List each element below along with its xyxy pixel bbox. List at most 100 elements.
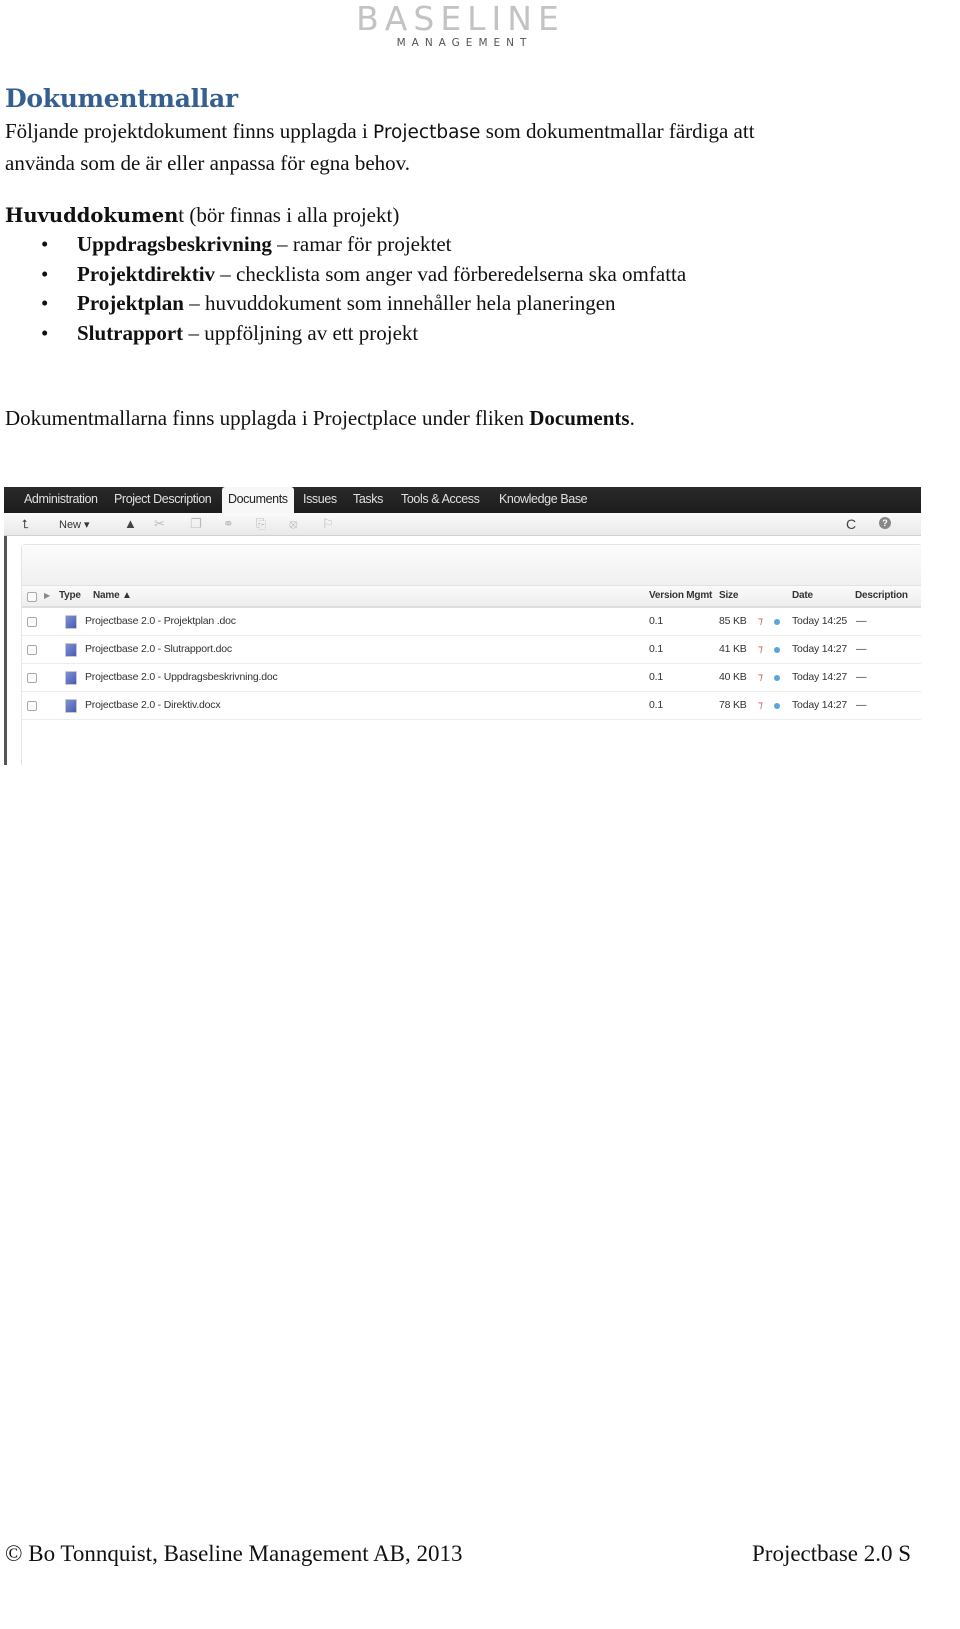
- table-row[interactable]: Projectbase 2.0 - Slutrapport.doc 0.1 41…: [22, 636, 921, 664]
- docs-location-text: Dokumentmallarna finns upplagda i Projec…: [5, 406, 530, 430]
- bullet-icon: •: [41, 291, 49, 316]
- logo-wordmark: BASELINE: [356, 0, 565, 38]
- select-all-checkbox[interactable]: [27, 592, 37, 602]
- documents-toolbar: ⮤ New ▾ ▲ ✂ ❐ ⚭ ⎘ ⦻ ⚐ C ?: [4, 513, 921, 536]
- doc-desc: – huvuddokument som innehåller hela plan…: [183, 291, 616, 316]
- projectplace-screenshot: Administration Project Description Docum…: [4, 487, 921, 765]
- status-dot-icon: [774, 675, 780, 681]
- word-doc-icon: [65, 699, 77, 713]
- file-name[interactable]: Projectbase 2.0 - Projektplan .doc: [85, 608, 236, 635]
- file-name[interactable]: Projectbase 2.0 - Uppdragsbeskrivning.do…: [85, 664, 278, 691]
- file-size: 85 KB: [719, 615, 747, 627]
- intro-paragraph: Följande projektdokument finns upplagda …: [5, 116, 755, 178]
- tab-tools-access[interactable]: Tools & Access: [401, 487, 480, 513]
- file-name[interactable]: Projectbase 2.0 - Direktiv.docx: [85, 692, 221, 719]
- tab-project-description[interactable]: Project Description: [114, 487, 212, 513]
- link-icon[interactable]: ⚭: [223, 515, 234, 533]
- status-dot-icon: [774, 619, 780, 625]
- footer-copyright: © Bo Tonnquist, Baseline Management AB, …: [5, 1541, 463, 1566]
- file-version: 0.1: [649, 671, 663, 683]
- intro-text-line2: använda som de är eller anpassa för egna…: [5, 151, 411, 175]
- list-item: • Slutrapport – uppföljning av ett projek…: [0, 319, 686, 349]
- column-type[interactable]: Type: [59, 586, 81, 606]
- file-description: —: [856, 671, 867, 683]
- main-docs-heading: Huvuddokument (bör finnas i alla projekt…: [5, 200, 399, 231]
- list-item: • Projektplan – huvuddokument som innehål…: [0, 289, 686, 319]
- up-folder-icon[interactable]: ⮤: [22, 515, 29, 533]
- file-date: Today 14:27: [792, 643, 848, 655]
- main-docs-title-rest: t (bör finnas i alla projekt): [178, 203, 400, 227]
- file-version: 0.1: [649, 699, 663, 711]
- page-title: Dokumentmallar: [5, 84, 238, 113]
- baseline-logo: BASELINE MANAGEMENT: [338, 2, 583, 50]
- file-version: 0.1: [649, 643, 663, 655]
- window-edge: [4, 527, 7, 765]
- list-item: • Uppdragsbeskrivning – ramar för projekt…: [0, 230, 686, 260]
- intro-text-after: som dokumentmallar färdiga att: [480, 119, 755, 143]
- table-header: ▶ Type Name ▲ Version Mgmt Size Date Des…: [22, 586, 921, 608]
- list-item: • Projektdirektiv – checklista som anger …: [0, 260, 686, 290]
- main-docs-list: • Uppdragsbeskrivning – ramar för projekt…: [0, 230, 686, 349]
- tab-issues[interactable]: Issues: [303, 487, 337, 513]
- table-row[interactable]: Projectbase 2.0 - Direktiv.docx 0.1 78 K…: [22, 692, 921, 720]
- new-button[interactable]: New ▾: [59, 516, 90, 534]
- status-dot-icon: [774, 647, 780, 653]
- column-description[interactable]: Description: [855, 586, 908, 606]
- paste-icon[interactable]: ⎘: [256, 515, 266, 533]
- copy-icon[interactable]: ❐: [190, 515, 202, 533]
- pin-icon[interactable]: ⁊: [758, 636, 763, 663]
- delete-icon[interactable]: ⦻: [289, 515, 298, 533]
- tab-administration[interactable]: Administration: [24, 487, 98, 513]
- pin-icon[interactable]: ⁊: [758, 692, 763, 719]
- flag-icon[interactable]: ⚐: [322, 515, 334, 533]
- intro-product-name: Projectbase: [373, 122, 481, 143]
- file-size: 41 KB: [719, 643, 747, 655]
- row-checkbox[interactable]: [27, 673, 37, 683]
- file-description: —: [856, 615, 867, 627]
- tab-tasks[interactable]: Tasks: [353, 487, 383, 513]
- doc-name: Slutrapport: [77, 321, 184, 346]
- help-icon[interactable]: ?: [879, 517, 891, 529]
- documents-panel: ▶ Type Name ▲ Version Mgmt Size Date Des…: [21, 544, 921, 765]
- bullet-icon: •: [41, 321, 49, 346]
- word-doc-icon: [65, 615, 77, 629]
- bullet-icon: •: [41, 261, 49, 286]
- pin-icon[interactable]: ⁊: [758, 608, 763, 635]
- main-docs-title-bold: Huvuddokumen: [5, 204, 179, 227]
- status-dot-icon: [774, 703, 780, 709]
- file-date: Today 14:27: [792, 699, 848, 711]
- period: .: [629, 406, 635, 430]
- tab-documents[interactable]: Documents: [222, 487, 294, 515]
- column-version[interactable]: Version Mgmt: [649, 586, 712, 606]
- row-checkbox[interactable]: [27, 645, 37, 655]
- file-description: —: [856, 699, 867, 711]
- cut-icon[interactable]: ✂: [154, 515, 165, 533]
- bullet-icon: •: [41, 232, 49, 256]
- docs-location-paragraph: Dokumentmallarna finns upplagda i Projec…: [5, 403, 635, 433]
- row-checkbox[interactable]: [27, 701, 37, 711]
- word-doc-icon: [65, 643, 77, 657]
- table-row[interactable]: Projectbase 2.0 - Uppdragsbeskrivning.do…: [22, 664, 921, 692]
- doc-name: Projektdirektiv: [77, 261, 216, 286]
- doc-desc: – uppföljning av ett projekt: [183, 321, 419, 346]
- file-version: 0.1: [649, 615, 663, 627]
- table-row[interactable]: Projectbase 2.0 - Projektplan .doc 0.1 8…: [22, 608, 921, 636]
- doc-name: Projektplan: [77, 291, 184, 316]
- refresh-icon[interactable]: C: [846, 515, 856, 533]
- doc-desc: – checklista som anger vad förberedelser…: [215, 261, 687, 286]
- doc-desc: – ramar för projektet: [271, 232, 452, 256]
- pin-icon[interactable]: ⁊: [758, 664, 763, 691]
- tab-knowledge-base[interactable]: Knowledge Base: [499, 487, 588, 513]
- column-name[interactable]: Name ▲: [93, 586, 132, 606]
- column-size[interactable]: Size: [719, 586, 738, 606]
- logo-subtitle: MANAGEMENT: [396, 37, 533, 49]
- documents-tab-reference: Documents: [529, 406, 630, 430]
- panel-header: [22, 545, 921, 586]
- row-checkbox[interactable]: [27, 617, 37, 627]
- column-date[interactable]: Date: [792, 586, 813, 606]
- file-date: Today 14:27: [792, 671, 848, 683]
- expand-icon[interactable]: ▶: [44, 586, 50, 606]
- upload-icon[interactable]: ▲: [124, 515, 137, 533]
- file-name[interactable]: Projectbase 2.0 - Slutrapport.doc: [85, 636, 232, 663]
- word-doc-icon: [65, 671, 77, 685]
